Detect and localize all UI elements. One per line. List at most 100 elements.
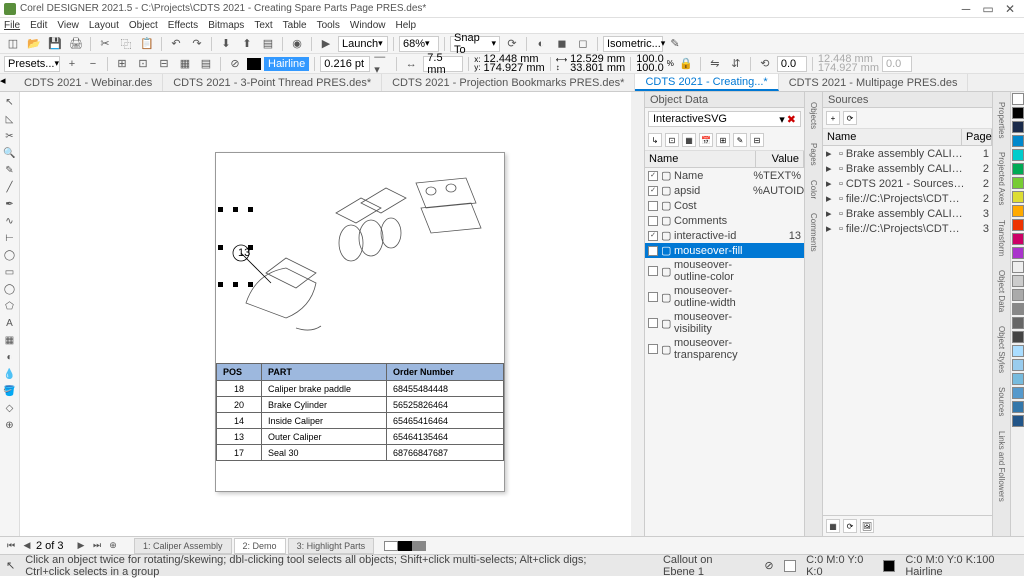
swatch[interactable] <box>1012 275 1024 287</box>
presets-combo[interactable]: Presets... ▾ <box>4 56 60 72</box>
del-preset-icon[interactable]: − <box>84 56 102 72</box>
dim-field[interactable]: 7.5 mm <box>423 56 463 72</box>
close-button[interactable]: ✕ <box>1000 2 1020 16</box>
tool-a-icon[interactable]: ◐ <box>532 36 550 52</box>
doc-tab[interactable]: CDTS 2021 - Webinar.des <box>14 74 163 91</box>
pick-tool-icon[interactable]: ↖ <box>3 95 17 109</box>
docker-tab[interactable]: Color <box>807 174 820 205</box>
lock-ratio-icon[interactable]: 🔒 <box>677 56 695 72</box>
outline-swatch[interactable] <box>883 560 895 572</box>
doc-tab-active[interactable]: CDTS 2021 - Creating...* <box>635 74 778 91</box>
prev-page-icon[interactable]: ◀ <box>20 539 34 553</box>
menu-bitmaps[interactable]: Bitmaps <box>208 20 244 31</box>
docker-tab[interactable]: Sources <box>995 381 1008 422</box>
fill-black-icon[interactable] <box>247 58 261 70</box>
property-row[interactable]: ✓▢interactive-id13 <box>645 228 804 243</box>
menu-table[interactable]: Table <box>283 20 307 31</box>
menu-file[interactable]: File <box>4 20 20 31</box>
undo-icon[interactable]: ↶ <box>167 36 185 52</box>
swatch[interactable] <box>1012 107 1024 119</box>
next-page-icon[interactable]: ▶ <box>74 539 88 553</box>
rotation-field[interactable]: 0.0 <box>777 56 807 72</box>
doc-tab[interactable]: CDTS 2021 - Projection Bookmarks PRES.de… <box>382 74 635 91</box>
docker-tab[interactable]: Objects <box>807 96 820 135</box>
swatch[interactable] <box>1012 163 1024 175</box>
page-tab-active[interactable]: 2: Demo <box>234 538 286 554</box>
vertical-scrollbar[interactable] <box>631 92 644 536</box>
property-row[interactable]: ✓▢Name%TEXT% <box>645 168 804 183</box>
source-row[interactable]: ▸▫Brake assembly CALIPER LIST.xls1 <box>823 146 992 161</box>
effects-tool-icon[interactable]: ◐ <box>3 350 17 364</box>
page-tab[interactable]: 1: Caliper Assembly <box>134 538 232 554</box>
ellipse-tool-icon[interactable]: ◯ <box>3 282 17 296</box>
publish-icon[interactable]: ▤ <box>259 36 277 52</box>
swatch[interactable] <box>1012 359 1024 371</box>
menu-text[interactable]: Text <box>254 20 272 31</box>
src-add-icon[interactable]: + <box>826 111 840 125</box>
add-page-icon[interactable]: ⊕ <box>106 539 120 553</box>
circle-icon[interactable]: ◉ <box>288 36 306 52</box>
poly-tool-icon[interactable]: ⬠ <box>3 299 17 313</box>
swatch[interactable] <box>1012 317 1024 329</box>
canvas[interactable]: 13 POS PART Order Number 18Caliper brake… <box>20 92 644 536</box>
swatch[interactable] <box>1012 345 1024 357</box>
outline-width-field[interactable]: 0.216 pt <box>320 56 370 72</box>
import-icon[interactable]: ⬇ <box>217 36 235 52</box>
line-tool-icon[interactable]: ╱ <box>3 180 17 194</box>
swatch[interactable] <box>1012 261 1024 273</box>
swatch[interactable] <box>1012 205 1024 217</box>
zoom-tool-icon[interactable]: 🔍 <box>3 146 17 160</box>
od-btn-7[interactable]: ⊟ <box>750 133 764 147</box>
snap-2-icon[interactable]: ⊡ <box>134 56 152 72</box>
od-btn-1[interactable]: ↳ <box>648 133 662 147</box>
last-page-icon[interactable]: ⏭ <box>90 539 104 553</box>
property-row[interactable]: ▢Comments <box>645 213 804 228</box>
projection-combo[interactable]: Isometric... ▾ <box>603 36 663 52</box>
snap-1-icon[interactable]: ⊞ <box>113 56 131 72</box>
new-icon[interactable]: ◫ <box>4 36 22 52</box>
menu-help[interactable]: Help <box>396 20 417 31</box>
swatch[interactable] <box>1012 121 1024 133</box>
paste-icon[interactable]: 📋 <box>138 36 156 52</box>
pen-tool-icon[interactable]: ✒ <box>3 197 17 211</box>
od-btn-6[interactable]: ✎ <box>733 133 747 147</box>
swatch[interactable] <box>1012 149 1024 161</box>
docker-tab[interactable]: Object Data <box>995 264 1008 318</box>
checkbox-icon[interactable] <box>648 266 658 276</box>
curve-tool-icon[interactable]: ∿ <box>3 214 17 228</box>
more-tool-icon[interactable]: ⊕ <box>3 418 17 432</box>
checkbox-icon[interactable] <box>648 216 658 226</box>
docker-tab[interactable]: Pages <box>807 137 820 172</box>
source-row[interactable]: ▸▫Brake assembly CALIPER LIST.xls3 <box>823 206 992 221</box>
menu-object[interactable]: Object <box>129 20 158 31</box>
print-icon[interactable]: 🖨 <box>67 36 85 52</box>
swatch[interactable] <box>1012 373 1024 385</box>
checkbox-icon[interactable] <box>648 344 658 354</box>
eyedrop-tool-icon[interactable]: 💧 <box>3 367 17 381</box>
save-icon[interactable]: 💾 <box>46 36 64 52</box>
zoom-combo[interactable]: 68% ▾ <box>399 36 439 52</box>
property-row[interactable]: ✓▢apsid%AUTOID% <box>645 183 804 198</box>
snap-combo[interactable]: Snap To ▾ <box>450 36 500 52</box>
source-row[interactable]: ▸▫CDTS 2021 - Sources Docker PRES....2 <box>823 176 992 191</box>
swatch[interactable] <box>1012 135 1024 147</box>
checkbox-icon[interactable] <box>648 318 658 328</box>
snap-4-icon[interactable]: ▦ <box>176 56 194 72</box>
swatch[interactable] <box>1012 415 1024 427</box>
checkbox-icon[interactable]: ✓ <box>648 171 658 181</box>
swatch[interactable] <box>1012 177 1024 189</box>
export-icon[interactable]: ⬆ <box>238 36 256 52</box>
swatch[interactable] <box>1012 387 1024 399</box>
swatch[interactable] <box>1012 401 1024 413</box>
minimize-button[interactable]: ─ <box>956 2 976 16</box>
rect-tool-icon[interactable]: ▭ <box>3 265 17 279</box>
swatch[interactable] <box>1012 289 1024 301</box>
hairline-select[interactable]: Hairline <box>264 57 309 71</box>
od-btn-2[interactable]: ⊡ <box>665 133 679 147</box>
menu-effects[interactable]: Effects <box>168 20 198 31</box>
callout-tool-icon[interactable]: ◯ <box>3 248 17 262</box>
add-preset-icon[interactable]: + <box>63 56 81 72</box>
menu-edit[interactable]: Edit <box>30 20 47 31</box>
menu-tools[interactable]: Tools <box>317 20 340 31</box>
proj-edit-icon[interactable]: ✎ <box>666 36 684 52</box>
